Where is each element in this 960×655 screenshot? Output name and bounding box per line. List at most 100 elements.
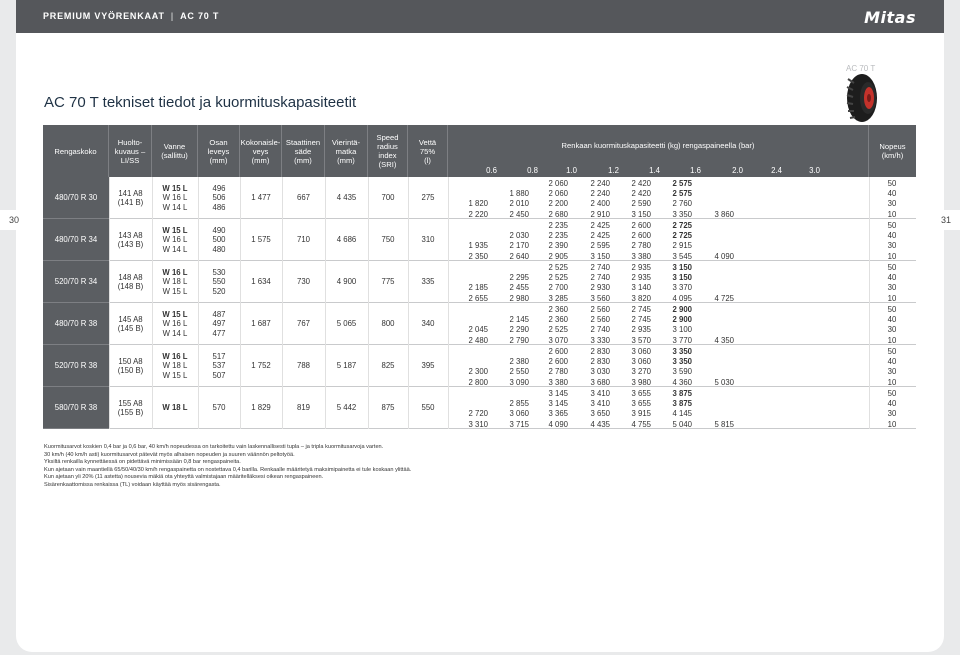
load-value: 3 655 (631, 399, 651, 409)
service-line: 155 A8 (118, 398, 143, 408)
row-radius: 767 (296, 319, 310, 329)
column-divider (282, 177, 283, 429)
row-widths: 490 500 480 (198, 219, 240, 261)
load-value: 2 600 (548, 357, 568, 367)
column-divider (152, 177, 153, 429)
service-line: (155 B) (117, 408, 144, 417)
load-value: 2 575 (672, 189, 692, 199)
load-value: 3 365 (548, 409, 568, 419)
width-line: 537 (212, 361, 226, 371)
width-line: 496 (212, 183, 226, 193)
load-value: 2 745 (631, 315, 651, 325)
footnote-line: Sisärenkaattomissa renkaissa (TL) voidaa… (44, 481, 221, 488)
load-value: 2 900 (672, 315, 692, 325)
load-value: 2 700 (548, 283, 568, 293)
footnote-line: Kun ajetaan vain maantiellä 65/50/40/30 … (44, 466, 412, 473)
header-load-text: Renkaan kuormituskapasiteetti (kg) renga… (561, 141, 755, 150)
load-value: 3 060 (509, 409, 529, 419)
speed-value: 30 (887, 199, 897, 209)
load-value: 2 745 (631, 305, 651, 314)
row-rims: W 15 LW 16 LW 14 L (152, 303, 198, 345)
load-value: 2 145 (509, 315, 529, 325)
row-sri: 750 (381, 235, 395, 245)
footnote-line: Kun ajetaan yli 20% (11 astetta) nousevi… (44, 474, 324, 480)
load-value: 2 600 (631, 231, 651, 241)
row-radius: 819 (296, 403, 310, 413)
row-sri: 875 (381, 403, 395, 413)
load-value: 2 830 (590, 357, 610, 367)
width-line: 480 (212, 244, 226, 254)
load-value: 2 725 (672, 221, 692, 230)
rim-line: W 18 L (162, 403, 188, 413)
load-value: 3 650 (590, 409, 610, 419)
rim-line: W 15 L (162, 183, 188, 193)
rim-line: W 18 L (162, 361, 188, 371)
load-value: 3 350 (672, 357, 692, 367)
header-size-text: Rengaskoko (54, 146, 97, 156)
load-value: 2 425 (590, 231, 610, 241)
load-value: 2 170 (509, 241, 529, 251)
load-value: 2 030 (509, 231, 529, 241)
header-rolling-text: Vierintä- (331, 137, 361, 147)
load-value: 2 455 (509, 283, 529, 293)
load-value: 2 760 (672, 199, 692, 209)
load-value: 2 935 (631, 325, 651, 335)
pressure-label: 2.0 (732, 166, 743, 175)
load-value: 3 270 (631, 367, 651, 377)
row-size: 480/70 R 30 (43, 177, 109, 219)
load-value: 2 600 (631, 221, 651, 230)
rim-line: W 14 L (162, 328, 188, 338)
header-sri: Speed radius index (SRI) (368, 125, 408, 177)
column-divider (869, 177, 870, 429)
row-service: 148 A8 (148 B) (109, 261, 152, 303)
width-line: 520 (212, 286, 226, 296)
load-value: 2 390 (548, 241, 568, 251)
rim-line: W 18 L (162, 277, 188, 287)
load-value: 2 185 (468, 283, 488, 293)
load-value: 2 740 (590, 263, 610, 272)
speed-value: 50 (887, 347, 897, 356)
load-value: 2 935 (631, 273, 651, 283)
load-value: 2 855 (509, 399, 529, 409)
speed-value: 50 (887, 389, 897, 398)
breadcrumb-section[interactable]: PREMIUM VYÖRENKAAT (43, 11, 165, 21)
header-rim-text: (sallittu) (161, 151, 188, 160)
row-widths: 530 550 520 (198, 261, 240, 303)
load-value: 3 350 (672, 347, 692, 356)
page-number-right: 31 (932, 210, 960, 230)
row-service: 155 A8 (155 B) (109, 387, 152, 429)
breadcrumb-product[interactable]: AC 70 T (180, 11, 219, 21)
speed-value: 40 (887, 189, 897, 199)
column-divider (240, 177, 241, 429)
header-sri-text: (SRI) (378, 160, 397, 169)
load-value: 2 575 (672, 179, 692, 188)
header-service-text: Huolto- (117, 137, 143, 147)
speed-value: 40 (887, 315, 897, 325)
row-widths: 517 537 507 (198, 345, 240, 387)
header-rolling: Vierintä-matka (mm) (325, 125, 368, 177)
speed-value: 30 (887, 241, 897, 251)
footnote-line: Yksiltä renkailla kynnettäessä on pidett… (44, 459, 241, 465)
header-rolling-text: (mm) (337, 155, 355, 165)
tire-image (846, 74, 877, 122)
row-height: 1 575 (251, 235, 271, 245)
load-value: 2 420 (631, 179, 651, 188)
load-value: 2 010 (509, 199, 529, 209)
header-rim-text: Vanne (163, 142, 186, 151)
width-line: 500 (212, 235, 226, 245)
pressure-label: 1.4 (649, 166, 660, 175)
load-value: 2 400 (590, 199, 610, 209)
row-radius: 710 (296, 235, 310, 245)
width-line: 507 (212, 370, 226, 380)
footnote-line: 30 km/h (40 km/h asti) kuormitusarvot pä… (44, 451, 295, 458)
load-value: 3 100 (672, 325, 692, 335)
footnote-line: Kuormitusarvot koskien 0,4 bar ja 0,6 ba… (44, 444, 384, 450)
speed-value: 30 (887, 325, 897, 335)
header-height-text: Kokonaisle- (240, 137, 281, 147)
row-water: 395 (421, 361, 435, 371)
rim-line: W 15 L (162, 309, 188, 319)
rim-line: W 14 L (162, 202, 188, 212)
row-water: 335 (421, 277, 435, 287)
service-line: (145 B) (117, 324, 144, 333)
pressure-label: 1.6 (690, 166, 701, 175)
